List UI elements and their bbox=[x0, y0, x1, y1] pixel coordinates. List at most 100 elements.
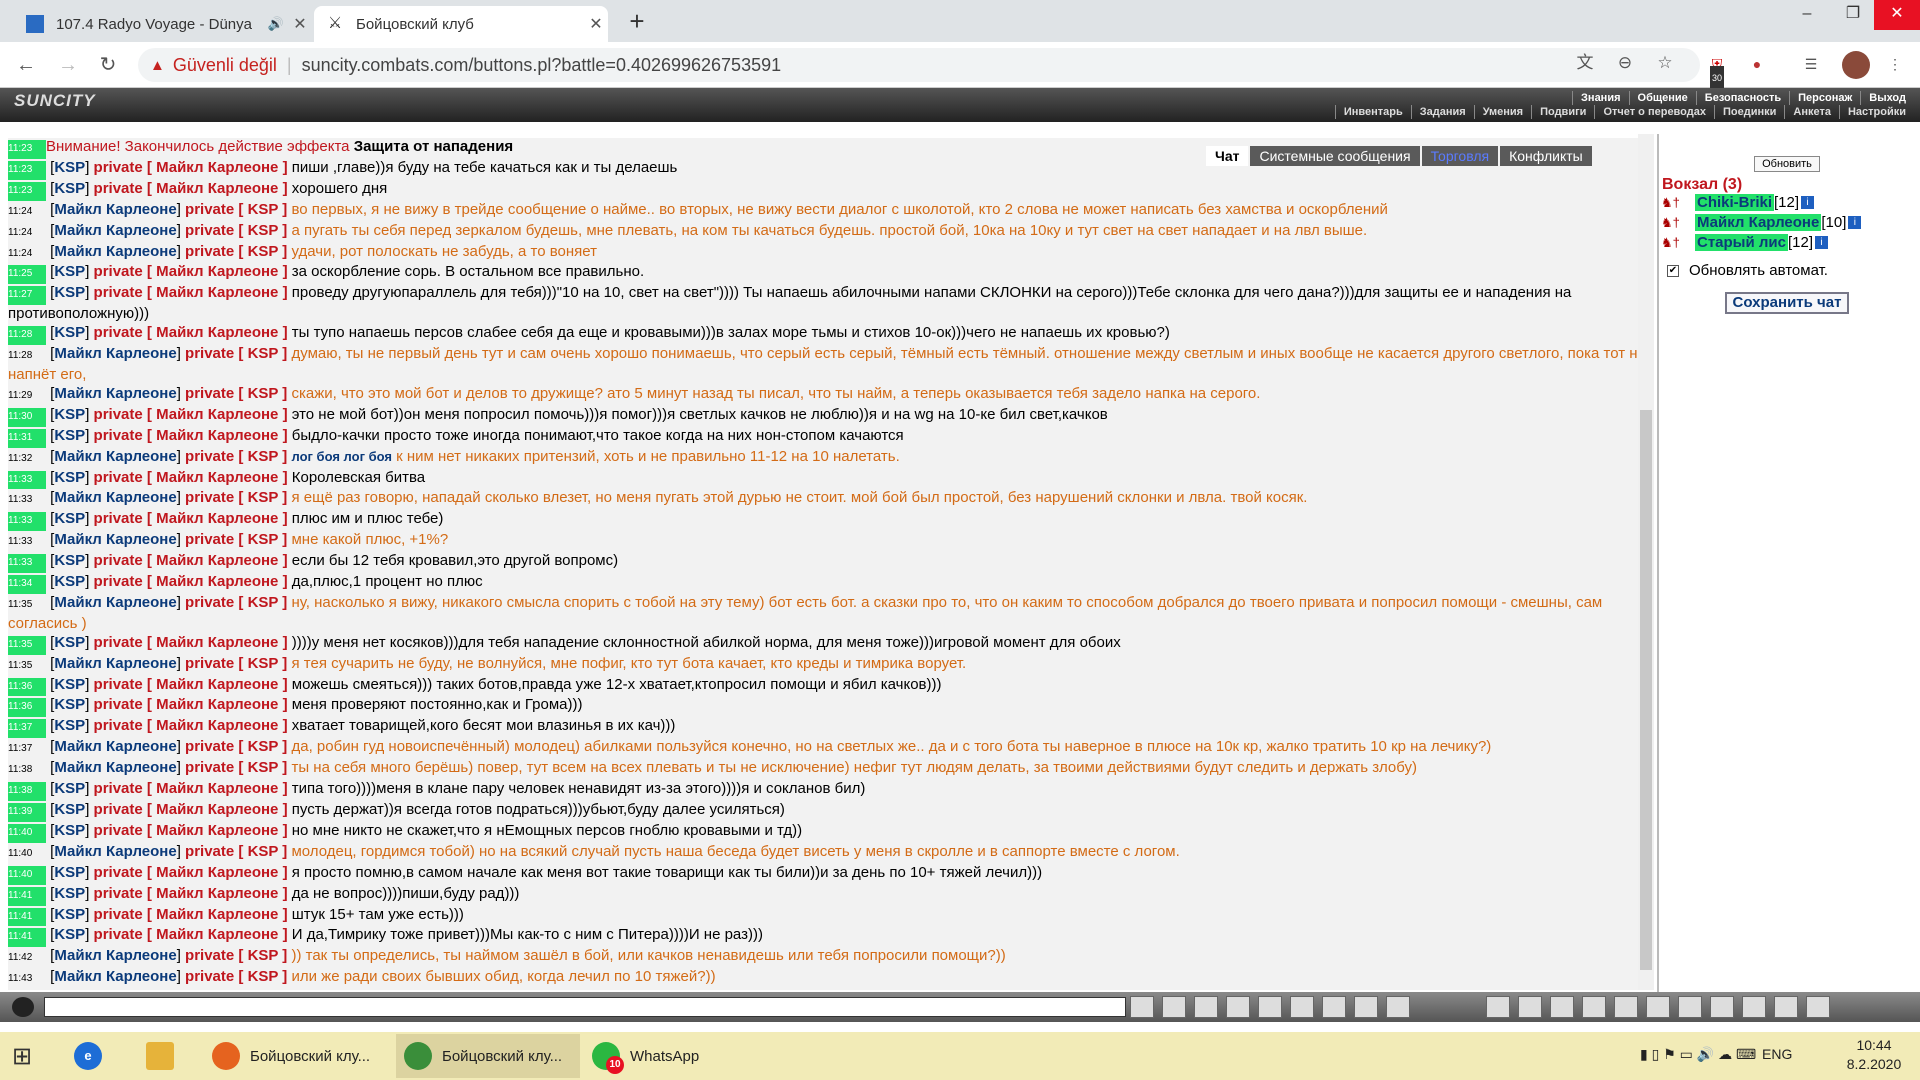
player-name[interactable]: Старый лис bbox=[1695, 234, 1788, 251]
recipient-name[interactable]: KSP bbox=[248, 968, 279, 985]
menu-item-1[interactable]: Общение bbox=[1628, 91, 1696, 105]
player-name[interactable]: Chiki-Briki bbox=[1695, 194, 1775, 211]
private-recipient[interactable]: private [ bbox=[94, 926, 157, 943]
private-recipient[interactable]: private [ bbox=[185, 448, 248, 465]
recipient-name[interactable]: KSP bbox=[248, 201, 279, 218]
recipient-name[interactable]: Майкл Карлеоне bbox=[156, 510, 278, 527]
recipient-name[interactable]: Майкл Карлеоне bbox=[156, 427, 278, 444]
sender-name[interactable]: Майкл Карлеоне bbox=[54, 243, 176, 260]
recipient-name[interactable]: KSP bbox=[248, 738, 279, 755]
sender-name[interactable]: KSP bbox=[54, 180, 85, 197]
private-recipient[interactable]: private [ bbox=[185, 594, 248, 611]
private-recipient[interactable]: private [ bbox=[185, 489, 248, 506]
recipient-name[interactable]: KSP bbox=[248, 759, 279, 776]
sender-name[interactable]: Майкл Карлеоне bbox=[54, 531, 176, 548]
recipient-name[interactable]: Майкл Карлеоне bbox=[156, 696, 278, 713]
sender-name[interactable]: KSP bbox=[54, 159, 85, 176]
recipient-name[interactable]: Майкл Карлеоне bbox=[156, 552, 278, 569]
private-recipient[interactable]: private [ bbox=[185, 968, 248, 985]
recipient-name[interactable]: KSP bbox=[248, 345, 279, 362]
chat-tab-3[interactable]: Конфликты bbox=[1500, 146, 1592, 166]
sender-name[interactable]: KSP bbox=[54, 552, 85, 569]
menu-item-4[interactable]: Отчет о переводах bbox=[1594, 105, 1714, 119]
checkbox[interactable]: ✔ bbox=[1667, 264, 1679, 277]
private-recipient[interactable]: private [ bbox=[94, 634, 157, 651]
info-icon[interactable]: i bbox=[1815, 236, 1829, 249]
refresh-button[interactable]: Обновить bbox=[1754, 156, 1820, 172]
sender-name[interactable]: KSP bbox=[54, 696, 85, 713]
new-tab-button[interactable]: + bbox=[622, 6, 652, 38]
menu-item-6[interactable]: Анкета bbox=[1784, 105, 1839, 119]
security-label[interactable]: Güvenli değil bbox=[173, 55, 277, 76]
sender-name[interactable]: Майкл Карлеоне bbox=[54, 738, 176, 755]
private-recipient[interactable]: private [ bbox=[185, 345, 248, 362]
bag-icon[interactable] bbox=[1710, 996, 1734, 1018]
menu-item-1[interactable]: Задания bbox=[1410, 105, 1474, 119]
recipient-name[interactable]: Майкл Карлеоне bbox=[156, 906, 278, 923]
private-recipient[interactable]: private [ bbox=[185, 843, 248, 860]
recipient-name[interactable]: Майкл Карлеоне bbox=[156, 885, 278, 902]
private-recipient[interactable]: private [ bbox=[185, 385, 248, 402]
info-icon[interactable]: i bbox=[1848, 216, 1862, 229]
explorer-icon[interactable] bbox=[146, 1034, 184, 1078]
sender-name[interactable]: KSP bbox=[54, 717, 85, 734]
sender-name[interactable]: KSP bbox=[54, 263, 85, 280]
sender-name[interactable]: Майкл Карлеоне bbox=[54, 759, 176, 776]
sender-name[interactable]: Майкл Карлеоне bbox=[54, 201, 176, 218]
private-recipient[interactable]: private [ bbox=[94, 180, 157, 197]
minimize-button[interactable]: – bbox=[1784, 0, 1830, 30]
clear-icon[interactable] bbox=[1290, 996, 1314, 1018]
chat-tab-0[interactable]: Чат bbox=[1206, 146, 1249, 166]
sound-icon[interactable] bbox=[1322, 996, 1346, 1018]
sender-name[interactable]: KSP bbox=[54, 573, 85, 590]
close-window-button[interactable]: ✕ bbox=[1874, 0, 1920, 30]
filter-icon[interactable] bbox=[1194, 996, 1218, 1018]
reload-icon[interactable]: ↻ bbox=[92, 50, 124, 80]
private-recipient[interactable]: private [ bbox=[185, 243, 248, 260]
close-tab-icon[interactable]: ✕ bbox=[288, 14, 312, 34]
potion-icon[interactable] bbox=[1486, 996, 1510, 1018]
private-recipient[interactable]: private [ bbox=[94, 406, 157, 423]
recipient-name[interactable]: KSP bbox=[248, 243, 279, 260]
sender-name[interactable]: KSP bbox=[54, 284, 85, 301]
arrow-icon[interactable] bbox=[1130, 996, 1154, 1018]
menu-item-0[interactable]: Знания bbox=[1572, 91, 1628, 105]
start-button[interactable]: ⊞ bbox=[12, 1034, 48, 1078]
recipient-name[interactable]: Майкл Карлеоне bbox=[156, 864, 278, 881]
sender-name[interactable]: KSP bbox=[54, 801, 85, 818]
cloud-icon[interactable] bbox=[1742, 996, 1766, 1018]
tab-radyo[interactable]: 107.4 Radyo Voyage - Dünya 🔊 ✕ bbox=[14, 6, 312, 42]
exit-icon[interactable] bbox=[1774, 996, 1798, 1018]
sender-name[interactable]: Майкл Карлеоне bbox=[54, 448, 176, 465]
recipient-name[interactable]: Майкл Карлеоне bbox=[156, 822, 278, 839]
private-recipient[interactable]: private [ bbox=[94, 822, 157, 839]
ie-icon[interactable]: e bbox=[74, 1034, 112, 1078]
menu-item-3[interactable]: Персонаж bbox=[1789, 91, 1860, 105]
camera-icon[interactable] bbox=[1386, 996, 1410, 1018]
sun-icon[interactable] bbox=[1678, 996, 1702, 1018]
menu-icon[interactable]: ⋮ bbox=[1884, 52, 1906, 76]
sender-name[interactable]: KSP bbox=[54, 926, 85, 943]
private-recipient[interactable]: private [ bbox=[94, 717, 157, 734]
mask-icon[interactable] bbox=[1646, 996, 1670, 1018]
sender-name[interactable]: KSP bbox=[54, 510, 85, 527]
private-recipient[interactable]: private [ bbox=[94, 427, 157, 444]
menu-item-5[interactable]: Поединки bbox=[1713, 105, 1784, 119]
translate-icon[interactable]: 文 bbox=[1572, 50, 1598, 76]
sender-name[interactable]: Майкл Карлеоне bbox=[54, 222, 176, 239]
recipient-name[interactable]: Майкл Карлеоне bbox=[156, 989, 278, 990]
close-tab-icon[interactable]: ✕ bbox=[584, 14, 608, 34]
sender-name[interactable]: KSP bbox=[54, 406, 85, 423]
recipient-name[interactable]: Майкл Карлеоне bbox=[156, 926, 278, 943]
recipient-name[interactable]: Майкл Карлеоне bbox=[156, 159, 278, 176]
taskbar-chrome[interactable]: Бойцовский клу... bbox=[396, 1034, 580, 1078]
private-recipient[interactable]: private [ bbox=[94, 510, 157, 527]
menu-item-0[interactable]: Инвентарь bbox=[1334, 105, 1411, 119]
recipient-name[interactable]: Майкл Карлеоне bbox=[156, 406, 278, 423]
battle-log-link[interactable]: лог боя лог боя bbox=[291, 449, 392, 464]
back-icon[interactable]: ← bbox=[10, 50, 42, 80]
recipient-name[interactable]: KSP bbox=[248, 222, 279, 239]
fire-icon[interactable] bbox=[1518, 996, 1542, 1018]
profile-avatar[interactable] bbox=[1842, 51, 1870, 79]
chat-input[interactable] bbox=[44, 997, 1126, 1017]
